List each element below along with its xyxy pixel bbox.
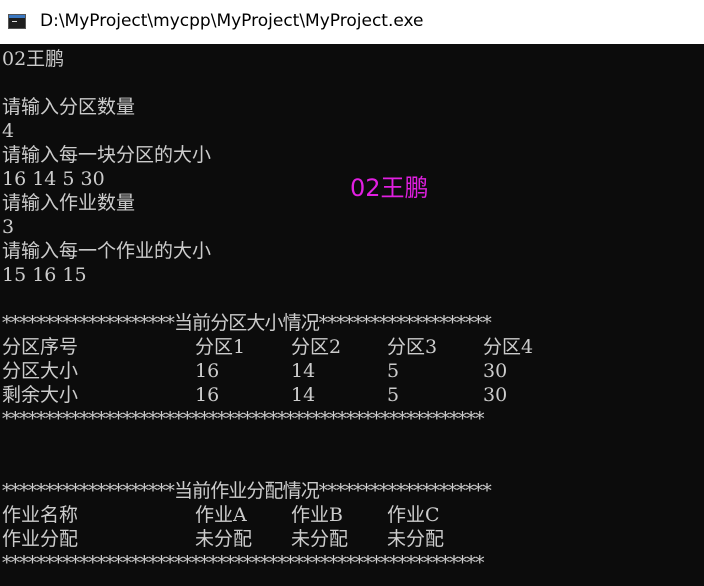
author-line: 02王鹏 bbox=[2, 48, 65, 70]
table-cell: 未分配 bbox=[291, 528, 349, 550]
table-cell: 14 bbox=[291, 360, 316, 382]
input-partition-count: 4 bbox=[2, 120, 15, 142]
table-cell: 未分配 bbox=[387, 528, 445, 550]
job-section-separator: ****************************************… bbox=[2, 552, 485, 574]
table-header-cell: 分区2 bbox=[291, 336, 342, 358]
table-cell: 5 bbox=[387, 384, 400, 406]
table-header-cell: 作业B bbox=[291, 504, 343, 526]
job-section-header: ********************当前作业分配情况************… bbox=[2, 480, 492, 502]
table-header-cell: 分区4 bbox=[483, 336, 534, 358]
input-partition-sizes: 16 14 5 30 bbox=[2, 168, 105, 190]
table-header-cell: 分区3 bbox=[387, 336, 438, 358]
table-cell: 16 bbox=[195, 384, 220, 406]
table-cell: 30 bbox=[483, 384, 508, 406]
window-titlebar[interactable]: D:\MyProject\mycpp\MyProject\MyProject.e… bbox=[0, 0, 704, 44]
table-cell: 5 bbox=[387, 360, 400, 382]
input-job-sizes: 15 16 15 bbox=[2, 264, 87, 286]
table-header-cell: 分区序号 bbox=[2, 336, 79, 358]
table-header-cell: 作业名称 bbox=[2, 504, 79, 526]
table-cell: 剩余大小 bbox=[2, 384, 79, 406]
window-title: D:\MyProject\mycpp\MyProject\MyProject.e… bbox=[40, 11, 424, 31]
table-header-cell: 作业C bbox=[387, 504, 440, 526]
table-header-cell: 分区1 bbox=[195, 336, 246, 358]
console-app-icon bbox=[8, 14, 26, 29]
table-cell: 14 bbox=[291, 384, 316, 406]
prompt-partition-sizes: 请输入每一块分区的大小 bbox=[2, 144, 212, 166]
table-cell: 30 bbox=[483, 360, 508, 382]
input-job-count: 3 bbox=[2, 216, 15, 238]
table-cell: 分区大小 bbox=[2, 360, 79, 382]
table-cell: 16 bbox=[195, 360, 220, 382]
console-output[interactable]: 02王鹏 请输入分区数量 4 请输入每一块分区的大小 16 14 5 30 请输… bbox=[2, 47, 702, 586]
watermark-label: 02王鹏 bbox=[350, 174, 429, 202]
prompt-partition-count: 请输入分区数量 bbox=[2, 96, 136, 118]
table-header-cell: 作业A bbox=[195, 504, 247, 526]
table-cell: 未分配 bbox=[195, 528, 253, 550]
partition-section-separator: ****************************************… bbox=[2, 408, 485, 430]
prompt-job-count: 请输入作业数量 bbox=[2, 192, 136, 214]
partition-section-header: ********************当前分区大小情况************… bbox=[2, 312, 492, 334]
prompt-job-sizes: 请输入每一个作业的大小 bbox=[2, 240, 212, 262]
table-cell: 作业分配 bbox=[2, 528, 79, 550]
